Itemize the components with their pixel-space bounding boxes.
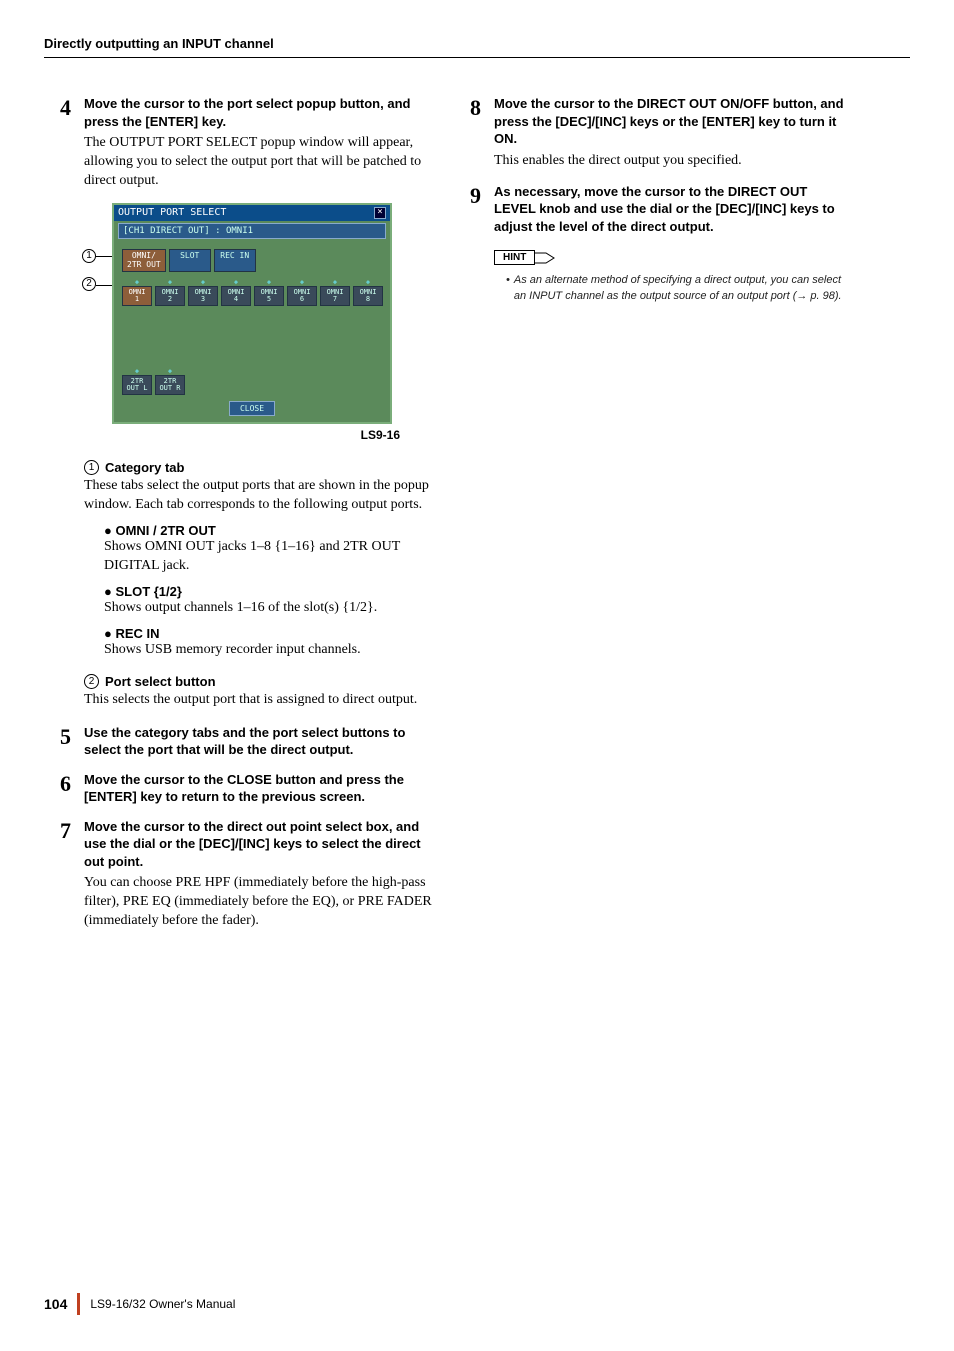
step-number: 6 [60,773,84,806]
port-buttons-row-1: ◆OMNI1 ◆OMNI2 ◆OMNI3 ◆OMNI4 ◆OMNI5 ◆OMNI… [118,284,386,308]
section-heading-1: 1 Category tab [84,460,440,475]
popup-close-button[interactable]: CLOSE [229,401,275,416]
content-area: 4 Move the cursor to the port select pop… [60,95,910,943]
step-title: Use the category tabs and the port selec… [84,724,440,759]
tab-omni-2tr-out[interactable]: OMNI/2TR OUT [122,249,166,273]
step-title: Move the cursor to the direct out point … [84,818,440,871]
step-body: Use the category tabs and the port selec… [84,724,440,759]
step-body: Move the cursor to the port select popup… [84,95,440,191]
port-omni-3[interactable]: ◆OMNI3 [188,286,218,306]
callout-text: These tabs select the output ports that … [84,477,440,515]
hint-label: HINT [494,250,535,265]
step-7: 7 Move the cursor to the direct out poin… [60,818,440,931]
port-omni-6[interactable]: ◆OMNI6 [287,286,317,306]
bullet-text: Shows output channels 1–16 of the slot(s… [104,599,440,618]
step-text: The OUTPUT PORT SELECT popup window will… [84,134,440,191]
step-number: 5 [60,726,84,759]
bullet-text: Shows USB memory recorder input channels… [104,641,440,660]
port-2tr-out-r[interactable]: ◆2TROUT R [155,375,185,395]
step-9: 9 As necessary, move the cursor to the D… [470,183,850,236]
popup-subtitle: [CH1 DIRECT OUT] : OMNI1 [118,223,386,239]
callout-text: This selects the output port that is ass… [84,691,440,710]
close-icon[interactable]: × [374,207,386,219]
bullet-dot: • [506,273,510,304]
step-number: 8 [470,97,494,171]
right-column: 8 Move the cursor to the DIRECT OUT ON/O… [470,95,850,943]
bullet-heading: ● OMNI / 2TR OUT [104,523,440,538]
step-number: 4 [60,97,84,191]
step-body: Move the cursor to the DIRECT OUT ON/OFF… [494,95,850,171]
step-4: 4 Move the cursor to the port select pop… [60,95,440,191]
port-omni-2[interactable]: ◆OMNI2 [155,286,185,306]
step-6: 6 Move the cursor to the CLOSE button an… [60,771,440,806]
port-omni-5[interactable]: ◆OMNI5 [254,286,284,306]
callout-marker-2: 2 [82,277,96,291]
popup-figure: 1 2 OUTPUT PORT SELECT × [CH1 DIRECT OUT… [84,203,440,443]
step-5: 5 Use the category tabs and the port sel… [60,724,440,759]
step-body: Move the cursor to the direct out point … [84,818,440,931]
hint-arrow-icon [534,250,556,266]
step-text: You can choose PRE HPF (immediately befo… [84,874,440,931]
step-body: As necessary, move the cursor to the DIR… [494,183,850,236]
callout-descriptions: 1 Category tab These tabs select the out… [84,460,440,709]
bullet-heading: ● SLOT {1/2} [104,584,440,599]
step-number: 7 [60,820,84,931]
step-title: Move the cursor to the CLOSE button and … [84,771,440,806]
footer-manual-name: LS9-16/32 Owner's Manual [90,1297,235,1311]
step-body: Move the cursor to the CLOSE button and … [84,771,440,806]
popup-titlebar: OUTPUT PORT SELECT × [114,205,390,221]
step-title: Move the cursor to the port select popup… [84,95,440,130]
callout-title: Port select button [105,674,216,689]
figure-model-label: LS9-16 [112,428,400,442]
port-omni-4[interactable]: ◆OMNI4 [221,286,251,306]
port-2tr-out-l[interactable]: ◆2TROUT L [122,375,152,395]
page-number: 104 [44,1296,67,1312]
callout-marker-1: 1 [82,249,96,263]
step-number: 9 [470,185,494,236]
step-title: As necessary, move the cursor to the DIR… [494,183,850,236]
footer-accent [77,1293,80,1315]
page-footer: 104 LS9-16/32 Owner's Manual [44,1293,235,1315]
popup-body: OMNI/2TR OUT SLOT REC IN ◆OMNI1 ◆OMNI2 ◆… [114,241,390,423]
output-port-select-popup: OUTPUT PORT SELECT × [CH1 DIRECT OUT] : … [112,203,392,425]
step-title: Move the cursor to the DIRECT OUT ON/OFF… [494,95,850,148]
hint-box: HINT • As an alternate method of specify… [494,247,850,304]
hint-content: As an alternate method of specifying a d… [514,273,850,304]
callout-num-icon: 2 [84,674,99,689]
bullet-text: Shows OMNI OUT jacks 1–8 {1–16} and 2TR … [104,538,440,576]
bullet-heading: ● REC IN [104,626,440,641]
hint-text: • As an alternate method of specifying a… [506,273,850,304]
popup-spacer [118,308,386,363]
step-8: 8 Move the cursor to the DIRECT OUT ON/O… [470,95,850,171]
running-head: Directly outputting an INPUT channel [44,36,910,58]
tab-rec-in[interactable]: REC IN [214,249,256,273]
hint-label-text: HINT [503,252,526,263]
tab-slot[interactable]: SLOT [169,249,211,273]
left-column: 4 Move the cursor to the port select pop… [60,95,440,943]
port-buttons-row-2: ◆2TROUT L ◆2TROUT R [118,373,386,397]
step-text: This enables the direct output you speci… [494,152,850,171]
callout-title: Category tab [105,460,184,475]
header-rule [44,57,910,58]
port-omni-1[interactable]: ◆OMNI1 [122,286,152,306]
running-head-text: Directly outputting an INPUT channel [44,36,274,51]
category-tabs-row: OMNI/2TR OUT SLOT REC IN [118,247,386,275]
port-omni-8[interactable]: ◆OMNI8 [353,286,383,306]
popup-title-text: OUTPUT PORT SELECT [118,207,226,218]
section-heading-2: 2 Port select button [84,674,440,689]
port-omni-7[interactable]: ◆OMNI7 [320,286,350,306]
callout-num-icon: 1 [84,460,99,475]
